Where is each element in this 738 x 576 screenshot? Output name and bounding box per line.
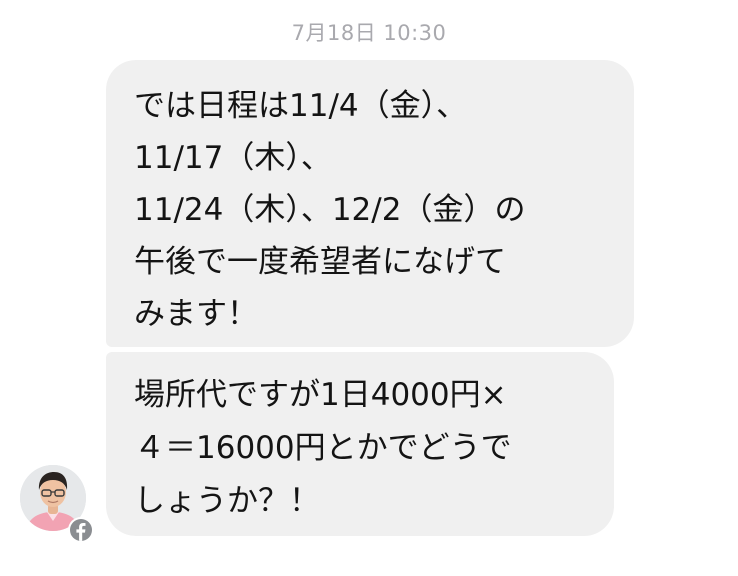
facebook-badge: [68, 517, 94, 543]
facebook-icon: [76, 523, 86, 541]
message-bubble[interactable]: では日程は11/4（金）、 11/17（木）、 11/24（木）、12/2（金）…: [106, 60, 634, 347]
message-bubble[interactable]: 場所代ですが1日4000円× ４＝16000円とかでどうで しょうか？！: [106, 352, 614, 536]
message-timestamp: 7月18日 10:30: [291, 21, 447, 45]
